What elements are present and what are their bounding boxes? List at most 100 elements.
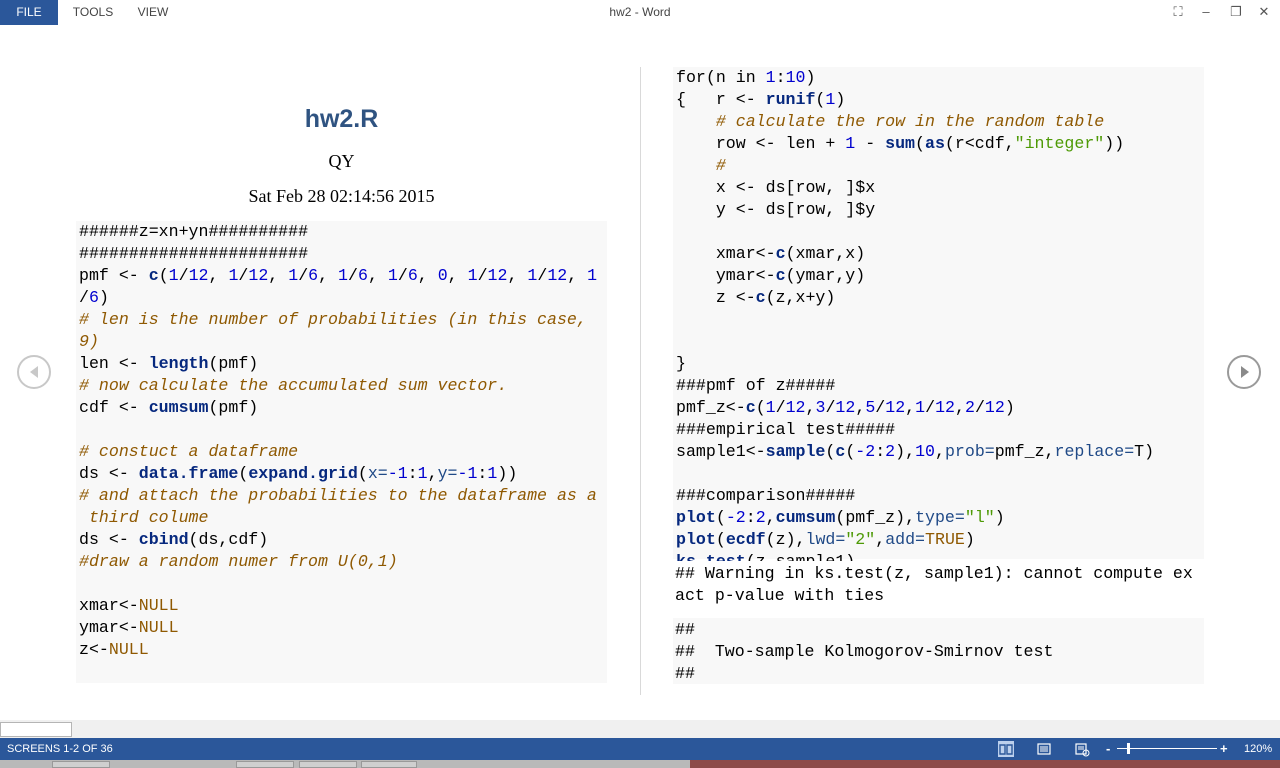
zoom-in-button[interactable]: + [1220,738,1228,760]
code-token: ###pmf of z##### [676,376,836,395]
zoom-slider[interactable] [1117,748,1217,749]
code-line: ds <- cbind(ds,cdf) [79,529,268,551]
code-token: -1 [387,464,408,483]
code-token: # constuct a dataframe [79,442,299,461]
taskbar-item[interactable] [236,761,294,768]
code-token: sample1<- [676,442,766,461]
code-line: ###comparison##### [676,485,855,507]
code-token: length [148,354,209,373]
code-line: len <- length(pmf) [79,353,258,375]
code-token: 5 [865,398,876,417]
code-token: (xmar,x) [785,244,866,263]
code-token: lwd= [805,530,846,549]
warning-output-block: ## Warning in ks.test(z, sample1): canno… [673,561,1204,606]
code-token: 12 [785,398,806,417]
horizontal-scrollbar[interactable] [0,720,1280,738]
code-token: plot [676,530,716,549]
code-token: ) [994,508,1005,527]
code-token: 1 [765,68,776,87]
code-token: c [775,266,786,285]
code-token: y <- ds[row, ]$y [676,200,876,219]
title-bar: FILE hw2 - Word TOOLS VIEW ⛶ – ❐ ✕ [0,0,1280,25]
code-token: - [855,134,886,153]
code-token: ######z=xn+yn########## [79,222,309,241]
code-token: 1 [338,266,349,285]
scrollbar-thumb[interactable] [0,722,72,737]
code-token: ( [158,266,169,285]
code-token: 12 [935,398,955,417]
code-token: / [477,266,488,285]
code-token: : [407,464,418,483]
code-token: 10 [915,442,935,461]
code-token: ( [915,134,925,153]
code-token: (pmf) [208,398,259,417]
code-line: } [676,353,686,375]
web-layout-icon[interactable] [1074,741,1090,757]
code-token: ( [845,442,856,461]
menu-view[interactable]: VIEW [130,0,176,25]
code-line: 9) [79,331,99,353]
code-token: c [148,266,159,285]
code-line: third colume [79,507,209,529]
taskbar-item[interactable] [299,761,357,768]
code-token: -2 [855,442,876,461]
close-icon[interactable]: ✕ [1254,3,1274,21]
taskbar-item[interactable] [361,761,417,768]
document-author: QY [328,151,355,171]
code-token: 12 [835,398,856,417]
taskbar-item[interactable] [52,761,110,768]
code-token: data.frame [138,464,239,483]
zoom-out-button[interactable]: - [1106,738,1110,760]
code-line: # constuct a dataframe [79,441,298,463]
code-line: z<-NULL [79,639,149,661]
code-token: y= [437,464,458,483]
code-token: x= [367,464,388,483]
code-token: third colume [79,508,209,527]
code-token: , [905,398,916,417]
back-arrow-icon[interactable] [17,355,51,389]
document-title: hw2.R [304,105,379,133]
output-line: act p-value with ties [675,586,885,605]
code-token: 0 [437,266,448,285]
menu-tools[interactable]: TOOLS [64,0,122,25]
code-line: # now calculate the accumulated sum vect… [79,375,507,397]
code-token: ###empirical test##### [676,420,896,439]
code-token: , [855,398,866,417]
output-line: ## Two-sample Kolmogorov-Smirnov test [675,642,1054,661]
zoom-slider-thumb[interactable] [1127,743,1130,754]
code-token: ( [715,530,726,549]
code-token: ds <- [79,464,139,483]
print-layout-icon[interactable] [1036,741,1052,757]
code-line: ######z=xn+yn########## [79,221,308,243]
code-token: ####################### [79,244,309,263]
code-token: 10 [785,68,806,87]
code-token: (ds,cdf) [188,530,269,549]
code-token: -2 [725,508,746,527]
fullscreen-icon[interactable]: ⛶ [1168,3,1188,21]
code-token: / [925,398,936,417]
code-token: / [178,266,189,285]
code-token: , [417,266,438,285]
forward-arrow-icon[interactable] [1227,355,1261,389]
code-token: c [775,244,786,263]
code-token: : [477,464,488,483]
code-token: 2 [755,508,766,527]
code-line: xmar<-c(xmar,x) [676,243,865,265]
code-line: for(n in 1:10) [676,67,815,89]
code-token: z <- [676,288,756,307]
minimize-icon[interactable]: – [1196,3,1216,21]
code-token: ( [825,442,836,461]
zoom-level[interactable]: 120% [1244,738,1272,760]
read-mode-icon[interactable] [998,741,1014,757]
code-token: ( [357,464,368,483]
code-token: cdf <- [79,398,149,417]
code-token: 1 [168,266,179,285]
code-token: -1 [457,464,478,483]
code-token: x <- ds[row, ]$x [676,178,876,197]
code-token: sum [885,134,916,153]
code-token: NULL [138,618,179,637]
restore-icon[interactable]: ❐ [1226,3,1246,21]
code-line: # and attach the probabilities to the da… [79,485,597,507]
code-token: / [537,266,548,285]
code-token: "integer" [1014,134,1105,153]
